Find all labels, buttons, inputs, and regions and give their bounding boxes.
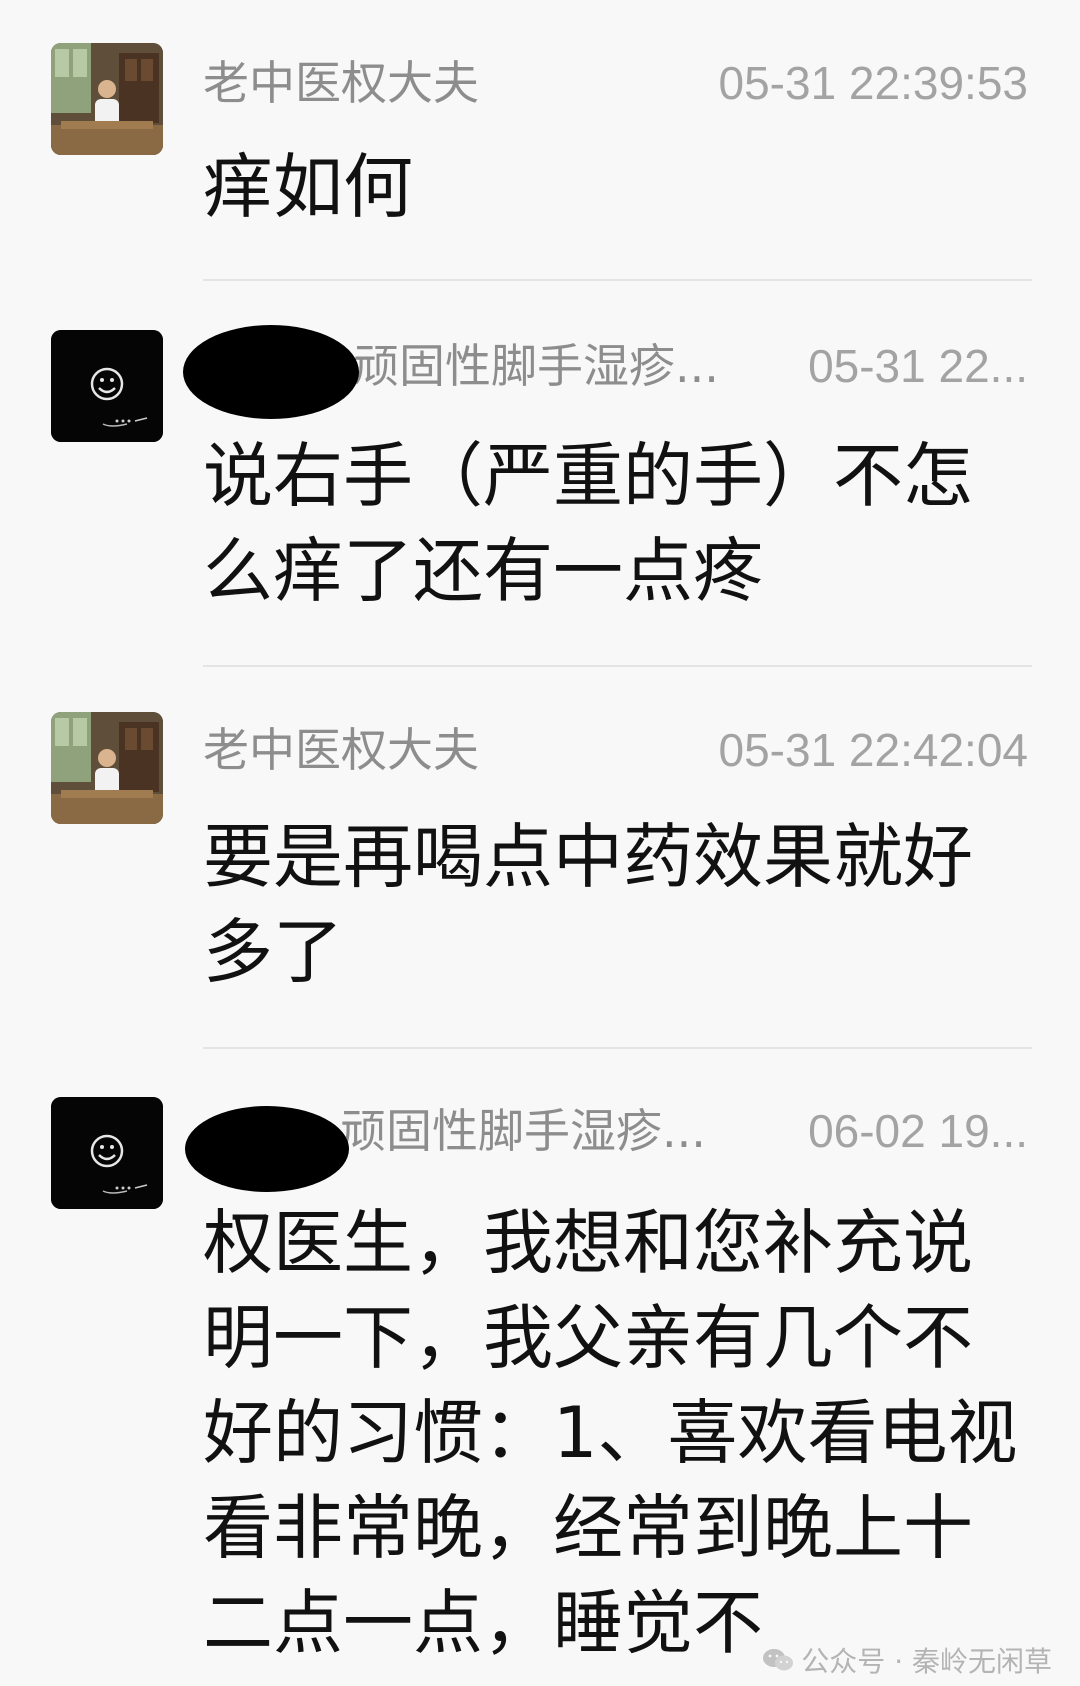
sender-name: 顽固性脚手湿疹...: [340, 1104, 706, 1158]
message-time: 05-31 22:39:53: [718, 57, 1029, 109]
wechat-icon: [763, 1649, 794, 1671]
divider: [203, 279, 1032, 281]
smiley-avatar: [51, 330, 163, 442]
redaction-mark: [185, 1106, 349, 1192]
smiley-avatar: [51, 1097, 163, 1209]
doctor-avatar[interactable]: [51, 712, 163, 824]
doctor-photo-avatar: [51, 43, 163, 155]
watermark: 公众号 · 秦岭无闲草: [761, 1640, 1052, 1680]
message-4: 顽固性脚手湿疹... 06-02 19... 权医生，我想和您补充说明一下，我父…: [0, 1050, 1080, 1686]
doctor-avatar[interactable]: [51, 43, 163, 155]
sender-name: 顽固性脚手湿疹...: [353, 339, 719, 393]
message-text[interactable]: 要是再喝点中药效果就好多了: [203, 810, 1033, 1000]
sender-name: 老中医权大夫: [203, 56, 479, 110]
user-avatar[interactable]: [51, 330, 163, 442]
message-time: 05-31 22:42:04: [718, 724, 1029, 776]
message-text[interactable]: 痒如何: [203, 140, 1033, 235]
message-time: 06-02 19...: [808, 1105, 1028, 1157]
message-time: 05-31 22...: [808, 340, 1028, 392]
message-3: 老中医权大夫 05-31 22:42:04 要是再喝点中药效果就好多了: [0, 667, 1080, 1050]
message-text[interactable]: 权医生，我想和您补充说明一下，我父亲有几个不好的习惯：1、喜欢看电视看非常晚，经…: [203, 1196, 1033, 1686]
sender-name: 老中医权大夫: [203, 723, 479, 777]
redaction-mark: [183, 325, 359, 419]
user-avatar[interactable]: [51, 1097, 163, 1209]
message-2: 顽固性脚手湿疹... 05-31 22... 说右手（严重的手）不怎么痒了还有一…: [0, 285, 1080, 667]
watermark-text: 公众号 · 秦岭无闲草: [801, 1645, 1052, 1678]
message-1: 老中医权大夫 05-31 22:39:53 痒如何: [0, 0, 1080, 285]
divider: [203, 1047, 1032, 1049]
message-text[interactable]: 说右手（严重的手）不怎么痒了还有一点疼: [203, 429, 1033, 619]
doctor-photo-avatar: [51, 712, 163, 824]
